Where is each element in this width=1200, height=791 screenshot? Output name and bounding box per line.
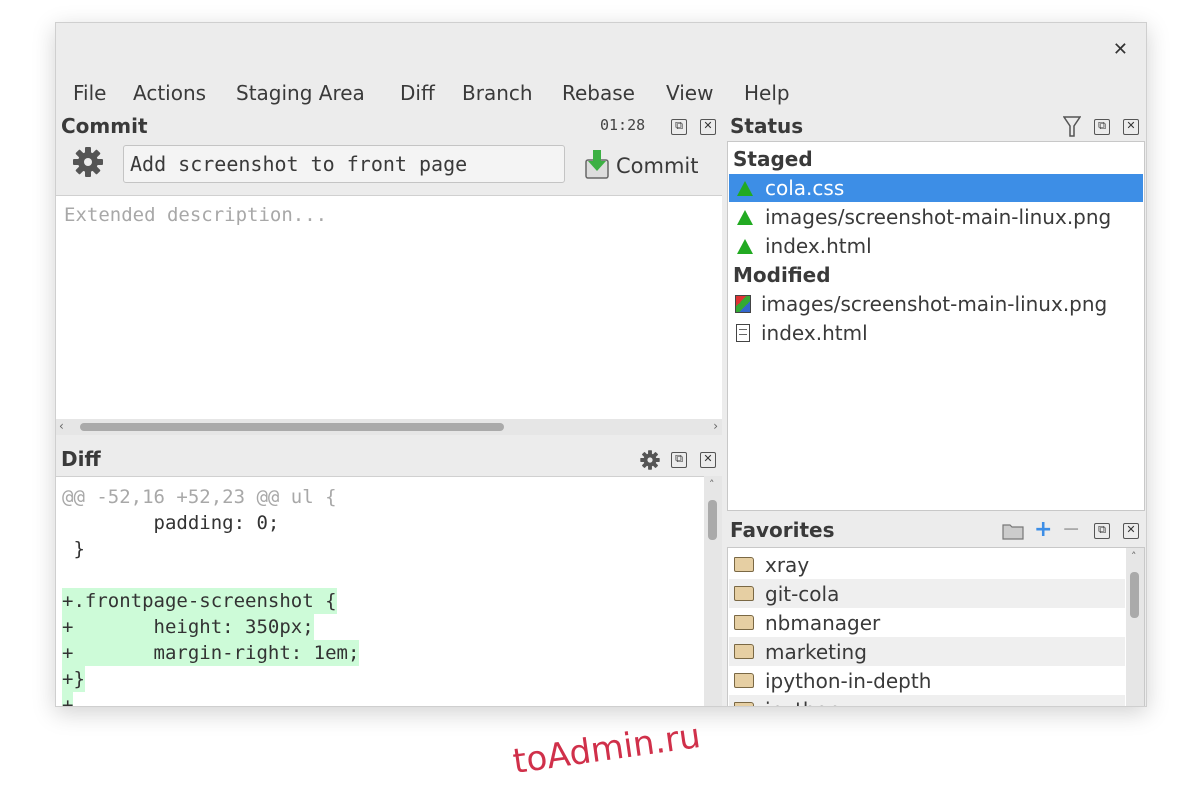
folder-icon xyxy=(734,586,754,601)
diff-line-added: +} xyxy=(62,666,85,692)
favorite-repo[interactable]: git-cola xyxy=(729,579,1125,608)
file-name: index.html xyxy=(765,234,872,258)
menu-view[interactable]: View xyxy=(666,79,713,107)
diff-line-added: +.frontpage-screenshot { xyxy=(62,588,337,614)
folder-icon xyxy=(734,557,754,572)
open-folder-icon[interactable] xyxy=(1002,522,1024,544)
diff-line: padding: 0; xyxy=(62,512,280,534)
favorites-scrollbar[interactable]: ˄ xyxy=(1126,548,1144,706)
staged-icon xyxy=(737,180,753,196)
file-name: cola.css xyxy=(765,176,845,200)
diff-gear-icon[interactable] xyxy=(639,449,661,471)
diff-panel-title: Diff xyxy=(61,447,101,471)
favorite-repo[interactable]: nbmanager xyxy=(729,608,1125,637)
menu-diff[interactable]: Diff xyxy=(400,79,435,107)
favorites-float-icon[interactable]: ⧉ xyxy=(1094,523,1110,539)
status-close-icon[interactable]: ✕ xyxy=(1123,119,1139,135)
staged-icon xyxy=(737,209,753,225)
favorite-repo[interactable]: ipython xyxy=(729,695,1125,707)
commit-button-label: Commit xyxy=(616,154,699,178)
text-file-icon xyxy=(736,324,750,342)
menu-actions[interactable]: Actions xyxy=(133,79,206,107)
repo-name: nbmanager xyxy=(765,610,881,635)
status-panel-title: Status xyxy=(730,114,804,138)
repo-name: git-cola xyxy=(765,581,840,606)
folder-icon xyxy=(734,673,754,688)
commit-panel-title: Commit xyxy=(61,114,148,138)
watermark: toAdmin.ru xyxy=(510,716,703,782)
status-tree: Staged cola.css images/screenshot-main-l… xyxy=(727,141,1145,511)
repo-name: marketing xyxy=(765,639,867,664)
repo-name: ipython-in-depth xyxy=(765,668,932,693)
diff-line-added: + height: 350px; xyxy=(62,614,314,640)
staged-header[interactable]: Staged xyxy=(733,147,813,171)
modified-file[interactable]: index.html xyxy=(729,319,1143,347)
favorite-repo[interactable]: ipython-in-depth xyxy=(729,666,1125,695)
scroll-right-icon[interactable]: › xyxy=(713,419,718,433)
remove-icon[interactable]: − xyxy=(1062,517,1080,542)
menu-branch[interactable]: Branch xyxy=(462,79,533,107)
favorites-close-icon[interactable]: ✕ xyxy=(1123,523,1139,539)
modified-header[interactable]: Modified xyxy=(733,263,831,287)
folder-icon xyxy=(734,615,754,630)
scroll-left-icon[interactable]: ‹ xyxy=(59,419,64,433)
menu-staging-area[interactable]: Staging Area xyxy=(236,79,365,107)
repo-name: ipython xyxy=(765,698,841,707)
diff-close-icon[interactable]: ✕ xyxy=(700,452,716,468)
close-icon[interactable]: ✕ xyxy=(1113,39,1128,60)
favorites-list: xray git-cola nbmanager marketing ipytho… xyxy=(727,547,1145,707)
git-cola-window: ✕ File Actions Staging Area Diff Branch … xyxy=(55,22,1147,707)
diff-viewer[interactable]: @@ -52,16 +52,23 @@ ul { padding: 0; } +… xyxy=(56,476,704,706)
scroll-up-icon[interactable]: ˄ xyxy=(1131,550,1137,563)
commit-button[interactable]: Commit xyxy=(584,149,699,183)
diff-float-icon[interactable]: ⧉ xyxy=(671,452,687,468)
favorite-repo[interactable]: marketing xyxy=(729,637,1125,666)
float-panel-icon[interactable]: ⧉ xyxy=(671,119,687,135)
file-name: images/screenshot-main-linux.png xyxy=(765,205,1112,229)
diff-scroll-thumb[interactable] xyxy=(708,500,717,540)
diff-line-added: + margin-right: 1em; xyxy=(62,640,360,666)
close-panel-icon[interactable]: ✕ xyxy=(700,119,716,135)
gear-icon[interactable] xyxy=(71,145,105,179)
repo-name: xray xyxy=(765,552,810,577)
staged-file[interactable]: index.html xyxy=(729,232,1143,260)
file-name: images/screenshot-main-linux.png xyxy=(761,292,1108,316)
staged-icon xyxy=(737,238,753,254)
horizontal-scrollbar[interactable]: ‹ › xyxy=(56,419,722,435)
favorites-panel-title: Favorites xyxy=(730,518,835,542)
diff-line: } xyxy=(62,538,85,560)
menu-rebase[interactable]: Rebase xyxy=(562,79,635,107)
modified-file[interactable]: images/screenshot-main-linux.png xyxy=(729,290,1143,318)
diff-vertical-scrollbar[interactable]: ˄ xyxy=(704,476,722,706)
status-float-icon[interactable]: ⧉ xyxy=(1094,119,1110,135)
filter-icon[interactable] xyxy=(1062,116,1082,142)
commit-timer: 01:28 xyxy=(600,116,646,134)
folder-icon xyxy=(734,702,754,706)
image-file-icon xyxy=(735,295,751,313)
scroll-thumb[interactable] xyxy=(80,423,504,431)
diff-line: @@ -52,16 +52,23 @@ ul { xyxy=(62,486,337,508)
staged-file[interactable]: cola.css xyxy=(729,174,1143,202)
staged-file[interactable]: images/screenshot-main-linux.png xyxy=(729,203,1143,231)
diff-line-added: + xyxy=(62,692,74,706)
commit-summary-input[interactable] xyxy=(123,145,565,183)
menu-file[interactable]: File xyxy=(73,79,106,107)
folder-icon xyxy=(734,644,754,659)
favorites-scroll-thumb[interactable] xyxy=(1130,572,1139,618)
menu-help[interactable]: Help xyxy=(744,79,790,107)
menu-bar: File Actions Staging Area Diff Branch Re… xyxy=(56,79,1146,109)
description-placeholder: Extended description... xyxy=(64,204,328,226)
commit-download-icon xyxy=(584,148,610,185)
add-icon[interactable]: + xyxy=(1034,517,1052,542)
file-name: index.html xyxy=(761,321,868,345)
commit-description-field[interactable]: Extended description... xyxy=(56,195,722,420)
scroll-up-icon[interactable]: ˄ xyxy=(709,478,715,491)
favorite-repo[interactable]: xray xyxy=(729,550,1125,579)
